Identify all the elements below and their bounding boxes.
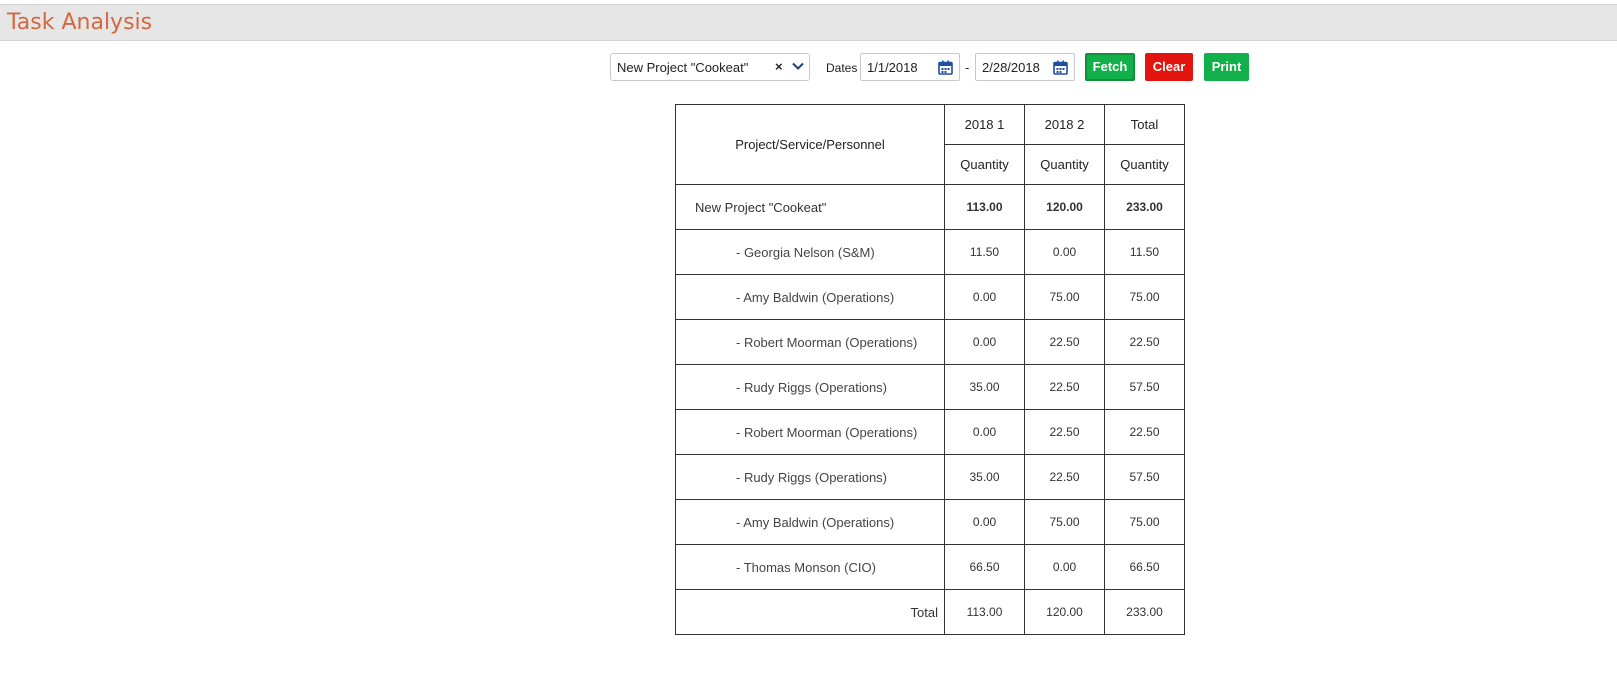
quantity-cell: 22.50 <box>1024 364 1105 410</box>
quantity-cell: 11.50 <box>944 229 1025 275</box>
project-row: New Project "Cookeat" 113.00 120.00 233.… <box>675 184 1185 230</box>
calendar-icon[interactable] <box>938 60 953 78</box>
column-header-period: 2018 2 <box>1024 104 1105 145</box>
project-name: New Project "Cookeat" <box>675 184 945 230</box>
clear-button[interactable]: Clear <box>1145 53 1193 81</box>
personnel-name: - Georgia Nelson (S&M) <box>675 229 945 275</box>
total-cell: 113.00 <box>944 589 1025 635</box>
calendar-icon[interactable] <box>1053 60 1068 78</box>
print-button[interactable]: Print <box>1204 53 1249 81</box>
quantity-cell: 233.00 <box>1104 184 1185 230</box>
quantity-cell: 22.50 <box>1104 409 1185 455</box>
quantity-cell: 11.50 <box>1104 229 1185 275</box>
date-to-field[interactable]: 2/28/2018 <box>975 53 1075 81</box>
chevron-down-icon[interactable] <box>791 59 805 76</box>
quantity-cell: 22.50 <box>1024 319 1105 365</box>
project-select-value: New Project "Cookeat" <box>617 60 749 75</box>
quantity-cell: 120.00 <box>1024 184 1105 230</box>
table-row: - Amy Baldwin (Operations) 0.00 75.00 75… <box>675 274 1185 320</box>
table-row: - Rudy Riggs (Operations) 35.00 22.50 57… <box>675 454 1185 500</box>
project-select[interactable]: New Project "Cookeat" × <box>610 53 810 81</box>
column-subheader-quantity: Quantity <box>1024 144 1105 185</box>
personnel-name: - Thomas Monson (CIO) <box>675 544 945 590</box>
total-row: Total 113.00 120.00 233.00 <box>675 589 1185 635</box>
table-row: - Robert Moorman (Operations) 0.00 22.50… <box>675 319 1185 365</box>
quantity-cell: 75.00 <box>1024 274 1105 320</box>
table-row: - Amy Baldwin (Operations) 0.00 75.00 75… <box>675 499 1185 545</box>
total-cell: 233.00 <box>1104 589 1185 635</box>
quantity-cell: 0.00 <box>944 319 1025 365</box>
column-header-period: 2018 1 <box>944 104 1025 145</box>
quantity-cell: 0.00 <box>944 274 1025 320</box>
column-subheader-quantity: Quantity <box>1104 144 1185 185</box>
personnel-name: - Rudy Riggs (Operations) <box>675 364 945 410</box>
total-cell: 120.00 <box>1024 589 1105 635</box>
quantity-cell: 0.00 <box>944 409 1025 455</box>
quantity-cell: 35.00 <box>944 454 1025 500</box>
quantity-cell: 22.50 <box>1104 319 1185 365</box>
total-label: Total <box>675 589 945 635</box>
quantity-cell: 22.50 <box>1024 409 1105 455</box>
date-separator: - <box>965 60 970 75</box>
quantity-cell: 57.50 <box>1104 364 1185 410</box>
date-from-field[interactable]: 1/1/2018 <box>860 53 960 81</box>
quantity-cell: 57.50 <box>1104 454 1185 500</box>
table-row: - Thomas Monson (CIO) 66.50 0.00 66.50 <box>675 544 1185 590</box>
task-analysis-table: Project/Service/Personnel 2018 1 2018 2 … <box>675 104 1185 635</box>
personnel-name: - Robert Moorman (Operations) <box>675 409 945 455</box>
clear-selection-icon[interactable]: × <box>775 59 783 74</box>
quantity-cell: 0.00 <box>944 499 1025 545</box>
table-row: - Robert Moorman (Operations) 0.00 22.50… <box>675 409 1185 455</box>
quantity-cell: 0.00 <box>1024 544 1105 590</box>
personnel-name: - Amy Baldwin (Operations) <box>675 274 945 320</box>
column-header-name: Project/Service/Personnel <box>675 104 945 185</box>
quantity-cell: 66.50 <box>1104 544 1185 590</box>
quantity-cell: 75.00 <box>1104 274 1185 320</box>
column-header-total: Total <box>1104 104 1185 145</box>
filter-toolbar: New Project "Cookeat" × Dates 1/1/2018 -… <box>0 53 1617 83</box>
table-row: - Rudy Riggs (Operations) 35.00 22.50 57… <box>675 364 1185 410</box>
quantity-cell: 66.50 <box>944 544 1025 590</box>
page-header: Task Analysis <box>0 4 1617 41</box>
quantity-cell: 75.00 <box>1104 499 1185 545</box>
personnel-name: - Robert Moorman (Operations) <box>675 319 945 365</box>
table-header-row: Project/Service/Personnel 2018 1 2018 2 … <box>675 104 1185 185</box>
table-row: - Georgia Nelson (S&M) 11.50 0.00 11.50 <box>675 229 1185 275</box>
quantity-cell: 22.50 <box>1024 454 1105 500</box>
personnel-name: - Amy Baldwin (Operations) <box>675 499 945 545</box>
dates-label: Dates <box>826 61 858 75</box>
quantity-cell: 0.00 <box>1024 229 1105 275</box>
column-subheader-quantity: Quantity <box>944 144 1025 185</box>
quantity-cell: 113.00 <box>944 184 1025 230</box>
date-from-value: 1/1/2018 <box>867 60 918 75</box>
date-to-value: 2/28/2018 <box>982 60 1040 75</box>
quantity-cell: 35.00 <box>944 364 1025 410</box>
personnel-name: - Rudy Riggs (Operations) <box>675 454 945 500</box>
fetch-button[interactable]: Fetch <box>1085 53 1135 81</box>
quantity-cell: 75.00 <box>1024 499 1105 545</box>
page-title: Task Analysis <box>7 10 153 35</box>
